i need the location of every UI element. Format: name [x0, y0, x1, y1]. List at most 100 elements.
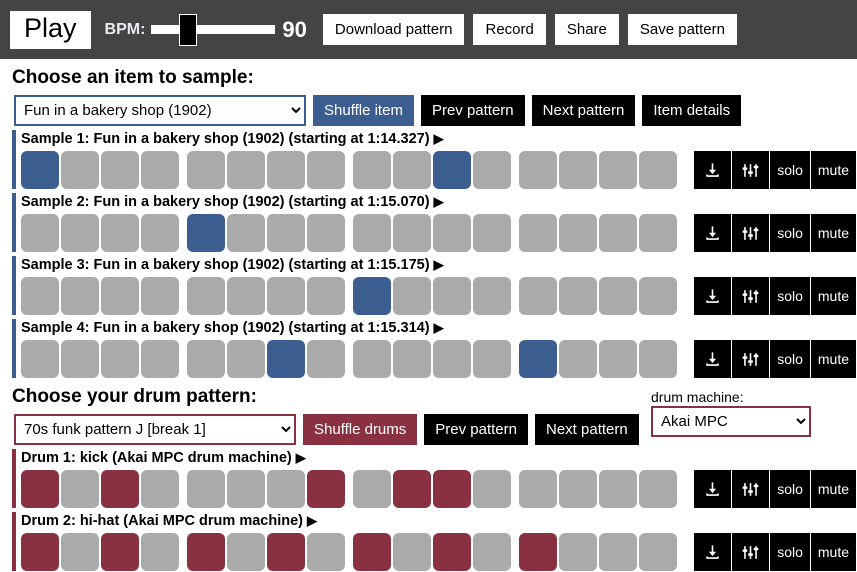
drum-pattern-select[interactable]: 70s funk pattern J [break 1] [14, 414, 296, 445]
step-cell[interactable] [267, 340, 305, 378]
drum-next-pattern-button[interactable]: Next pattern [535, 414, 639, 445]
solo-button[interactable]: solo [770, 151, 810, 189]
track-play-icon[interactable]: ▶ [434, 131, 444, 146]
step-cell[interactable] [307, 340, 345, 378]
step-cell[interactable] [433, 470, 471, 508]
step-cell[interactable] [187, 151, 225, 189]
step-cell[interactable] [141, 340, 179, 378]
step-cell[interactable] [61, 277, 99, 315]
step-cell[interactable] [393, 340, 431, 378]
step-cell[interactable] [599, 470, 637, 508]
step-cell[interactable] [519, 277, 557, 315]
step-cell[interactable] [639, 277, 677, 315]
step-cell[interactable] [101, 340, 139, 378]
solo-button[interactable]: solo [770, 214, 810, 252]
step-cell[interactable] [519, 340, 557, 378]
step-cell[interactable] [101, 470, 139, 508]
download-icon[interactable] [694, 277, 732, 315]
step-cell[interactable] [519, 533, 557, 571]
bpm-slider-track[interactable] [151, 25, 276, 34]
step-cell[interactable] [353, 533, 391, 571]
step-cell[interactable] [61, 533, 99, 571]
download-pattern-button[interactable]: Download pattern [322, 14, 465, 45]
solo-button[interactable]: solo [770, 277, 810, 315]
step-cell[interactable] [21, 277, 59, 315]
step-cell[interactable] [227, 340, 265, 378]
step-cell[interactable] [141, 151, 179, 189]
step-cell[interactable] [267, 151, 305, 189]
track-play-icon[interactable]: ▶ [307, 513, 317, 528]
step-cell[interactable] [187, 277, 225, 315]
step-cell[interactable] [307, 533, 345, 571]
download-icon[interactable] [694, 214, 732, 252]
step-cell[interactable] [267, 277, 305, 315]
step-cell[interactable] [21, 214, 59, 252]
step-cell[interactable] [473, 214, 511, 252]
mute-button[interactable]: mute [810, 277, 856, 315]
sliders-icon[interactable] [732, 470, 770, 508]
mute-button[interactable]: mute [810, 214, 856, 252]
step-cell[interactable] [187, 214, 225, 252]
drum-prev-pattern-button[interactable]: Prev pattern [424, 414, 528, 445]
step-cell[interactable] [473, 151, 511, 189]
step-cell[interactable] [187, 470, 225, 508]
step-cell[interactable] [353, 151, 391, 189]
step-cell[interactable] [227, 151, 265, 189]
step-cell[interactable] [393, 277, 431, 315]
share-button[interactable]: Share [554, 14, 619, 45]
step-cell[interactable] [473, 277, 511, 315]
track-play-icon[interactable]: ▶ [434, 257, 444, 272]
step-cell[interactable] [639, 340, 677, 378]
step-cell[interactable] [353, 470, 391, 508]
step-cell[interactable] [61, 214, 99, 252]
step-cell[interactable] [559, 151, 597, 189]
step-cell[interactable] [187, 533, 225, 571]
step-cell[interactable] [61, 340, 99, 378]
step-cell[interactable] [141, 214, 179, 252]
play-button[interactable]: Play [10, 10, 91, 49]
step-cell[interactable] [101, 277, 139, 315]
step-cell[interactable] [639, 533, 677, 571]
step-cell[interactable] [639, 214, 677, 252]
step-cell[interactable] [21, 151, 59, 189]
step-cell[interactable] [599, 277, 637, 315]
step-cell[interactable] [227, 214, 265, 252]
solo-button[interactable]: solo [770, 470, 810, 508]
solo-button[interactable]: solo [770, 533, 810, 571]
step-cell[interactable] [307, 151, 345, 189]
step-cell[interactable] [101, 533, 139, 571]
step-cell[interactable] [639, 151, 677, 189]
step-cell[interactable] [473, 470, 511, 508]
step-cell[interactable] [559, 533, 597, 571]
step-cell[interactable] [599, 151, 637, 189]
solo-button[interactable]: solo [770, 340, 810, 378]
step-cell[interactable] [433, 277, 471, 315]
step-cell[interactable] [473, 533, 511, 571]
step-cell[interactable] [267, 470, 305, 508]
step-cell[interactable] [267, 533, 305, 571]
drum-machine-select[interactable]: Akai MPC [651, 406, 811, 437]
step-cell[interactable] [519, 470, 557, 508]
step-cell[interactable] [21, 340, 59, 378]
step-cell[interactable] [101, 151, 139, 189]
step-cell[interactable] [393, 151, 431, 189]
step-cell[interactable] [433, 340, 471, 378]
step-cell[interactable] [61, 151, 99, 189]
step-cell[interactable] [433, 214, 471, 252]
step-cell[interactable] [141, 533, 179, 571]
step-cell[interactable] [141, 277, 179, 315]
sliders-icon[interactable] [732, 214, 770, 252]
download-icon[interactable] [694, 151, 732, 189]
step-cell[interactable] [307, 470, 345, 508]
step-cell[interactable] [599, 340, 637, 378]
track-play-icon[interactable]: ▶ [434, 320, 444, 335]
step-cell[interactable] [393, 214, 431, 252]
save-pattern-button[interactable]: Save pattern [627, 14, 737, 45]
step-cell[interactable] [393, 533, 431, 571]
download-icon[interactable] [694, 340, 732, 378]
step-cell[interactable] [227, 533, 265, 571]
shuffle-item-button[interactable]: Shuffle item [313, 95, 414, 126]
download-icon[interactable] [694, 533, 732, 571]
shuffle-drums-button[interactable]: Shuffle drums [303, 414, 418, 445]
step-cell[interactable] [559, 277, 597, 315]
